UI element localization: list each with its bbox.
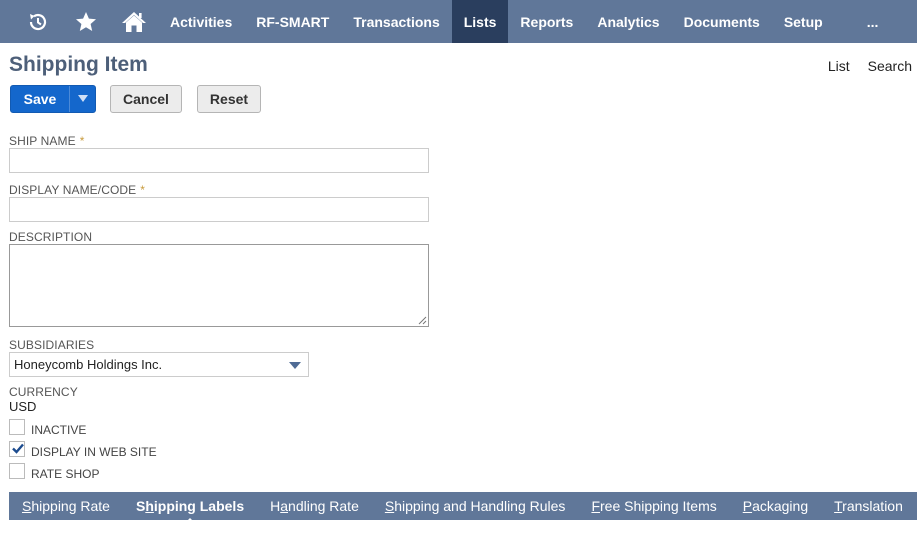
- nav-item-analytics[interactable]: Analytics: [585, 0, 671, 43]
- currency-value: USD: [9, 399, 37, 414]
- save-button-group: Save: [10, 85, 96, 113]
- recent-icon[interactable]: [14, 0, 62, 43]
- tab-label: Free Shipping Items: [591, 498, 717, 514]
- nav-item-transactions[interactable]: Transactions: [341, 0, 451, 43]
- checkmark-icon: [12, 443, 24, 454]
- tab-shipping-rate[interactable]: Shipping Rate: [9, 498, 123, 514]
- active-tab-pointer: [185, 518, 196, 523]
- display-in-web-site-row: DISPLAY IN WEB SITE: [9, 439, 157, 459]
- tab-free-shipping-items[interactable]: Free Shipping Items: [578, 498, 729, 514]
- reset-button[interactable]: Reset: [197, 85, 261, 113]
- required-marker: *: [140, 183, 146, 197]
- currency-label: CURRENCY: [9, 385, 78, 399]
- list-link[interactable]: List: [828, 58, 850, 74]
- chevron-down-icon: [77, 95, 88, 102]
- subsidiaries-selected-value: Honeycomb Holdings Inc.: [14, 357, 163, 372]
- top-navigation-bar: Activities RF-SMART Transactions Lists R…: [0, 0, 917, 43]
- required-marker: *: [79, 134, 85, 148]
- display-in-web-site-checkbox[interactable]: [9, 441, 25, 457]
- tab-translation[interactable]: Translation: [821, 498, 916, 514]
- tab-handling-rate[interactable]: Handling Rate: [257, 498, 372, 514]
- subsidiaries-label: SUBSIDIARIES: [9, 338, 95, 352]
- tab-shipping-and-handling-rules[interactable]: Shipping and Handling Rules: [372, 498, 579, 514]
- tab-label: Packaging: [742, 498, 809, 514]
- rate-shop-checkbox[interactable]: [9, 463, 25, 479]
- nav-item-setup[interactable]: Setup: [772, 0, 835, 43]
- resize-grip-icon[interactable]: [418, 316, 427, 325]
- nav-item-documents[interactable]: Documents: [672, 0, 772, 43]
- search-link[interactable]: Search: [868, 58, 912, 74]
- subtab-bar: Shipping Rate Shipping Labels Handling R…: [9, 492, 917, 523]
- nav-item-activities[interactable]: Activities: [158, 0, 244, 43]
- display-in-web-site-label: DISPLAY IN WEB SITE: [31, 445, 157, 459]
- home-icon[interactable]: [110, 0, 158, 43]
- cancel-button[interactable]: Cancel: [110, 85, 182, 113]
- description-label: DESCRIPTION: [9, 230, 93, 244]
- save-split-button: Save: [10, 85, 96, 113]
- ship-name-label: SHIP NAME *: [9, 134, 85, 148]
- tab-shipping-labels[interactable]: Shipping Labels: [123, 498, 257, 523]
- subsidiaries-select[interactable]: Honeycomb Holdings Inc.: [9, 352, 309, 377]
- star-icon[interactable]: [62, 0, 110, 43]
- chevron-down-icon: [289, 362, 301, 369]
- tab-label: Translation: [834, 498, 903, 514]
- tab-label: Shipping Rate: [22, 498, 110, 514]
- nav-item-lists[interactable]: Lists: [451, 0, 509, 43]
- tab-label: Handling Rate: [270, 498, 359, 514]
- nav-item-rf-smart[interactable]: RF-SMART: [244, 0, 341, 43]
- save-options-dropdown[interactable]: [69, 86, 95, 112]
- description-textarea[interactable]: [9, 244, 429, 327]
- nav-item-reports[interactable]: Reports: [508, 0, 585, 43]
- rate-shop-label: RATE SHOP: [31, 467, 100, 481]
- header-links: List Search: [828, 58, 912, 74]
- page-title: Shipping Item: [9, 53, 148, 76]
- display-name-label: DISPLAY NAME/CODE *: [9, 183, 146, 197]
- ship-name-input[interactable]: [9, 148, 429, 173]
- inactive-row: INACTIVE: [9, 417, 86, 437]
- nav-more-menu[interactable]: ...: [835, 0, 906, 43]
- tab-label: Shipping and Handling Rules: [384, 498, 566, 514]
- inactive-checkbox[interactable]: [9, 419, 25, 435]
- display-name-input[interactable]: [9, 197, 429, 222]
- save-button[interactable]: Save: [11, 86, 69, 112]
- tab-label: Shipping Labels: [135, 498, 245, 514]
- tab-packaging[interactable]: Packaging: [730, 498, 821, 514]
- inactive-label: INACTIVE: [31, 423, 87, 437]
- rate-shop-row: RATE SHOP: [9, 461, 99, 481]
